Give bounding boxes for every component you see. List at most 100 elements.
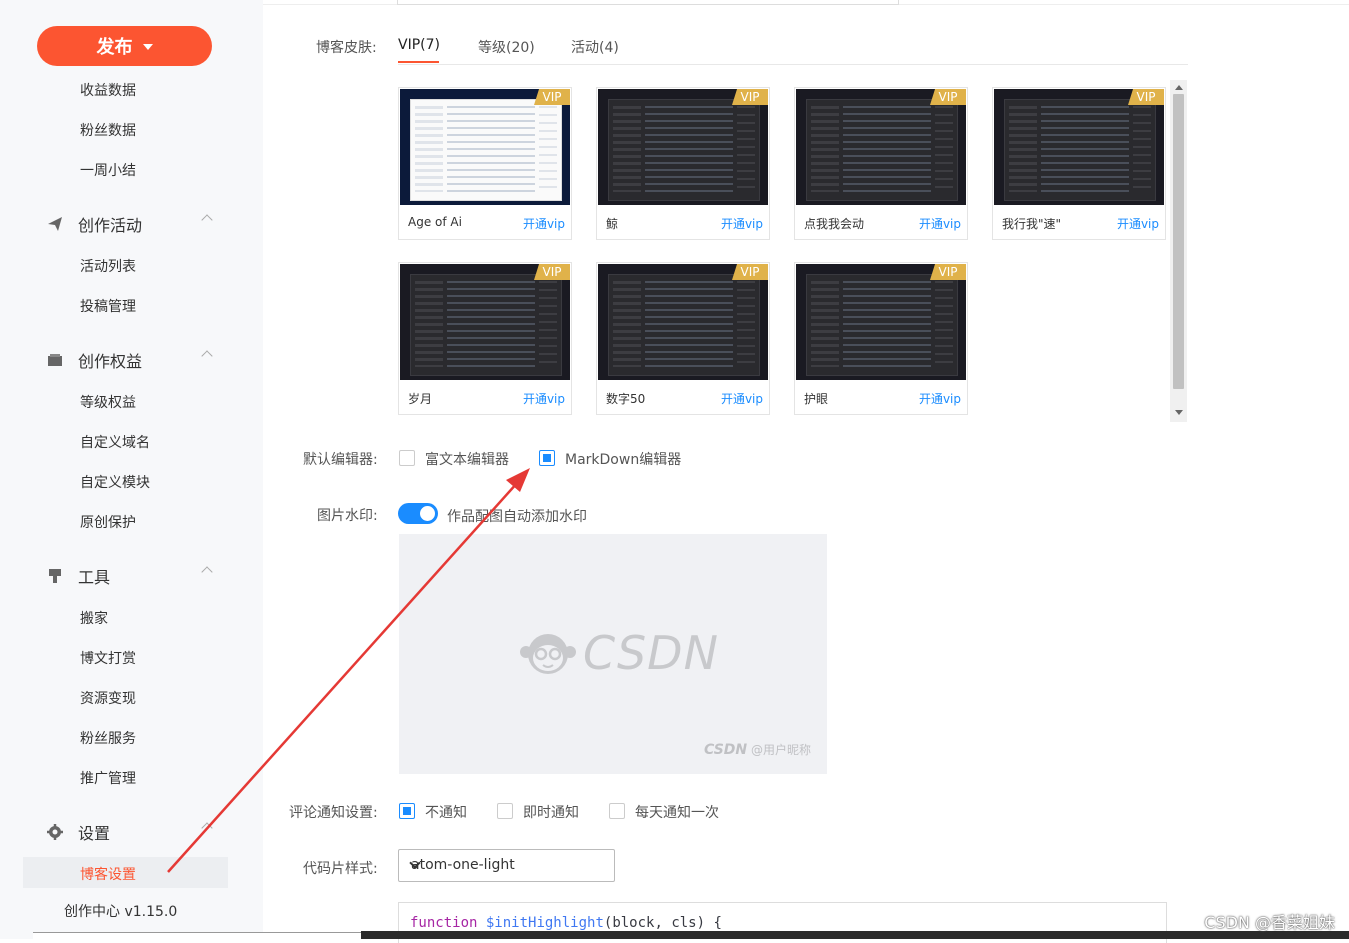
watermark-toggle-text: 作品配图自动添加水印	[447, 509, 587, 525]
skin-thumbnail: VIP	[400, 264, 570, 380]
scroll-up-icon[interactable]	[1175, 85, 1183, 90]
sidebar-group-label: 工具	[78, 568, 111, 587]
monkey-logo-icon	[520, 634, 576, 674]
skin-thumbnail: VIP	[598, 89, 768, 205]
code-function-name: $initHighlight	[485, 915, 604, 931]
notify-daily-checkbox[interactable]	[609, 803, 625, 819]
skin-name: 点我我会动	[804, 217, 865, 231]
sidebar-item-income[interactable]: 收益数据	[80, 80, 136, 100]
open-vip-link[interactable]: 开通vip	[523, 215, 565, 232]
skin-thumbnail: VIP	[796, 89, 966, 205]
active-tab-indicator	[398, 61, 439, 63]
code-rest: (block, cls) {	[603, 915, 722, 931]
richtext-editor-label[interactable]: 富文本编辑器	[425, 449, 509, 469]
skin-card-age-of-ai[interactable]: VIP Age of Ai 开通vip	[398, 87, 572, 240]
chevron-up-icon	[201, 566, 213, 578]
sidebar-item-blog-settings[interactable]: 博客设置	[23, 857, 228, 888]
open-vip-link[interactable]: 开通vip	[1117, 215, 1159, 232]
notify-none-checkbox[interactable]	[399, 803, 415, 819]
sidebar-item-reward[interactable]: 博文打赏	[80, 648, 136, 668]
skin-card-years[interactable]: VIP 岁月 开通vip	[398, 262, 572, 415]
watermark-corner-user: @用户昵称	[750, 743, 811, 757]
richtext-editor-checkbox[interactable]	[399, 450, 415, 466]
code-style-value: atom-one-light	[411, 857, 515, 873]
markdown-editor-checkbox[interactable]	[539, 450, 555, 466]
watermark-toggle[interactable]	[398, 503, 438, 524]
open-vip-link[interactable]: 开通vip	[919, 390, 961, 407]
csdn-logo: CSDN	[519, 626, 719, 680]
notify-instant-checkbox[interactable]	[497, 803, 513, 819]
skin-thumbnail: VIP	[796, 264, 966, 380]
sidebar-group-label: 创作权益	[78, 352, 143, 371]
code-style-select[interactable]: atom-one-light	[398, 849, 615, 882]
sidebar-item-original-protect[interactable]: 原创保护	[80, 512, 136, 532]
skin-name: Age of Ai	[408, 215, 462, 229]
open-vip-link[interactable]: 开通vip	[523, 390, 565, 407]
sidebar-group-activity[interactable]: 创作活动	[46, 212, 213, 236]
sidebar-item-custom-domain[interactable]: 自定义域名	[80, 432, 150, 452]
vip-badge: VIP	[732, 264, 768, 280]
brush-icon	[46, 567, 64, 585]
vip-badge: VIP	[1128, 89, 1164, 105]
paper-plane-icon	[46, 215, 64, 233]
skin-label: 博客皮肤:	[316, 40, 377, 56]
vip-badge: VIP	[534, 264, 570, 280]
sidebar-item-submissions[interactable]: 投稿管理	[80, 296, 136, 316]
skin-list: VIP Age of Ai 开通vip VIP 鲸 开通vip VIP 点我我会…	[398, 80, 1188, 422]
csdn-logo-text: CSDN	[583, 626, 720, 680]
sidebar-item-fan-service[interactable]: 粉丝服务	[80, 728, 136, 748]
chevron-up-icon	[201, 822, 213, 834]
vip-badge: VIP	[930, 264, 966, 280]
chevron-up-icon	[201, 350, 213, 362]
skin-name: 护眼	[804, 392, 829, 406]
sidebar-group-label: 创作活动	[78, 216, 143, 235]
chevron-up-icon	[201, 214, 213, 226]
markdown-editor-label[interactable]: MarkDown编辑器	[565, 449, 681, 469]
vip-badge: VIP	[534, 89, 570, 105]
sidebar-item-promotion[interactable]: 推广管理	[80, 768, 136, 788]
sidebar-group-tools[interactable]: 工具	[46, 564, 213, 588]
skin-card-click-move[interactable]: VIP 点我我会动 开通vip	[794, 87, 968, 240]
skin-card-number-50[interactable]: VIP 数字50 开通vip	[596, 262, 770, 415]
sidebar-group-settings[interactable]: 设置	[46, 820, 213, 844]
sidebar-group-label: 设置	[78, 824, 111, 843]
sidebar-item-level-rights[interactable]: 等级权益	[80, 392, 136, 412]
open-vip-link[interactable]: 开通vip	[721, 215, 763, 232]
skin-name: 我行我"速"	[1002, 217, 1062, 231]
sidebar-item-custom-module[interactable]: 自定义模块	[80, 472, 150, 492]
skin-name: 岁月	[408, 392, 433, 406]
open-vip-link[interactable]: 开通vip	[721, 390, 763, 407]
tab-activity[interactable]: 活动(4)	[571, 37, 619, 57]
sidebar-item-resource[interactable]: 资源变现	[80, 688, 136, 708]
skin-card-eye-care[interactable]: VIP 护眼 开通vip	[794, 262, 968, 415]
sidebar-item-label: 博客设置	[80, 867, 136, 883]
sidebar-item-activity-list[interactable]: 活动列表	[80, 256, 136, 276]
tab-vip[interactable]: VIP(7)	[398, 37, 440, 53]
sidebar-item-weekly[interactable]: 一周小结	[80, 160, 136, 180]
skin-card-whale[interactable]: VIP 鲸 开通vip	[596, 87, 770, 240]
caret-down-icon	[142, 44, 153, 50]
skin-name: 数字50	[606, 392, 646, 406]
skin-thumbnail: VIP	[400, 89, 570, 205]
watermark-preview: CSDN CSDN @用户昵称	[399, 534, 827, 774]
skin-thumbnail: VIP	[994, 89, 1164, 205]
version-label: 创作中心 v1.15.0	[64, 904, 178, 920]
scroll-down-icon[interactable]	[1175, 410, 1183, 415]
vip-badge: VIP	[930, 89, 966, 105]
notify-none-label[interactable]: 不通知	[425, 802, 467, 822]
publish-button[interactable]: 发布	[37, 26, 212, 66]
open-vip-link[interactable]: 开通vip	[919, 215, 961, 232]
notify-daily-label[interactable]: 每天通知一次	[635, 802, 719, 822]
sidebar-item-migrate[interactable]: 搬家	[80, 608, 108, 628]
notify-instant-label[interactable]: 即时通知	[523, 802, 579, 822]
watermark-corner-brand: CSDN	[703, 742, 748, 758]
skin-name: 鲸	[606, 217, 619, 231]
sidebar-group-rights[interactable]: 创作权益	[46, 348, 213, 372]
wallet-icon	[46, 351, 64, 369]
tab-level[interactable]: 等级(20)	[478, 37, 535, 57]
skin-card-speed[interactable]: VIP 我行我"速" 开通vip	[992, 87, 1166, 240]
scroll-thumb[interactable]	[1173, 94, 1184, 389]
sidebar-item-fans[interactable]: 粉丝数据	[80, 120, 136, 140]
publish-label: 发布	[96, 37, 133, 58]
skin-list-scrollbar[interactable]	[1170, 80, 1187, 422]
